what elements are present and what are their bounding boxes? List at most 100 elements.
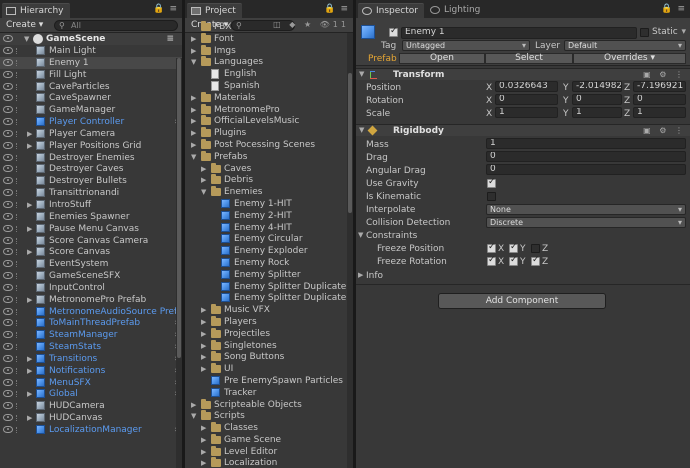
project-item[interactable]: ▶ Debris [185, 174, 353, 186]
project-item[interactable]: Pre EnemySpawn Particles [185, 375, 353, 387]
collapse-arrow-icon[interactable]: ▼ [359, 126, 364, 134]
expand-arrow-icon[interactable]: ▶ [201, 351, 206, 363]
project-item[interactable]: Enemy Exploder [185, 245, 353, 257]
project-item[interactable]: ▶ Classes [185, 422, 353, 434]
hierarchy-item[interactable]: SteamStats› [0, 341, 182, 353]
pickability-icon[interactable] [16, 415, 21, 422]
project-item[interactable]: Enemy Splitter [185, 269, 353, 281]
project-item[interactable]: Tracker [185, 387, 353, 399]
lock-menu-icon[interactable]: 🔒 ≡ [324, 4, 349, 14]
pickability-icon[interactable] [16, 403, 21, 410]
active-checkbox[interactable] [389, 26, 398, 37]
hierarchy-item[interactable]: LocalizationManager› [0, 424, 182, 436]
hierarchy-item[interactable]: Destroyer Bullets [0, 175, 182, 187]
expand-arrow-icon[interactable]: ▶ [191, 33, 196, 45]
visibility-eye-icon[interactable] [3, 426, 13, 433]
project-item[interactable]: ▶ Materials [185, 91, 353, 104]
position-z-field[interactable]: -7.196921 [633, 81, 686, 92]
position-y-field[interactable]: -2.014982 [572, 81, 622, 92]
pickability-icon[interactable] [16, 367, 21, 374]
visibility-eye-icon[interactable] [3, 260, 13, 268]
static-dropdown-arrow-icon[interactable]: ▾ [681, 27, 686, 37]
pickability-icon[interactable] [16, 178, 21, 185]
visibility-eye-icon[interactable] [3, 307, 13, 315]
expand-arrow-icon[interactable]: ▶ [191, 115, 196, 127]
expand-arrow-icon[interactable]: ▶ [201, 363, 206, 375]
visibility-eye-icon[interactable] [3, 319, 13, 327]
visibility-eye-icon[interactable] [3, 390, 13, 398]
project-item[interactable]: ▼ Prefabs [185, 150, 353, 163]
hierarchy-item[interactable]: Enemies Spawner [0, 211, 182, 223]
collision-detection-dropdown[interactable]: Discrete [486, 217, 686, 228]
visibility-eye-icon[interactable] [3, 414, 13, 422]
hierarchy-item[interactable]: Destroyer Caves [0, 163, 182, 175]
project-item[interactable]: ▶ UI [185, 363, 353, 375]
hierarchy-search-input[interactable]: ⚲ All [54, 20, 178, 31]
pickability-icon[interactable] [16, 332, 21, 339]
use-gravity-checkbox[interactable] [487, 177, 496, 188]
hierarchy-item[interactable]: SteamManager› [0, 329, 182, 341]
expand-arrow-icon[interactable]: ▶ [201, 422, 206, 434]
expand-arrow-icon[interactable]: ▶ [27, 223, 32, 235]
transform-header[interactable]: ▼ Transform ▣ ⚙ ⋮ [356, 68, 690, 80]
pickability-icon[interactable] [16, 95, 21, 102]
visibility-eye-icon[interactable] [3, 212, 13, 220]
freeze-position-y-checkbox[interactable] [509, 242, 518, 253]
project-item[interactable]: ▼ Scripts [185, 410, 353, 422]
project-item[interactable]: ▶ Imgs [185, 44, 353, 57]
visibility-eye-icon[interactable] [3, 331, 13, 339]
hierarchy-item[interactable]: Player Controller› [0, 116, 182, 128]
project-item[interactable]: ▶ Game Scene [185, 433, 353, 446]
hierarchy-item[interactable]: Enemy 1 [0, 56, 182, 69]
visibility-eye-icon[interactable] [3, 47, 13, 54]
hierarchy-item[interactable]: MenuSFX› [0, 377, 182, 389]
project-item[interactable]: ▶ Post Pocessing Scenes [185, 138, 353, 151]
pickability-icon[interactable] [16, 261, 21, 268]
scene-header[interactable]: ▼ GameScene ≡ [0, 33, 182, 45]
expand-arrow-icon[interactable]: ▶ [191, 399, 196, 411]
project-item[interactable]: ▼ Enemies [185, 186, 353, 198]
expand-arrow-icon[interactable]: ▶ [27, 365, 32, 377]
add-component-button[interactable]: Add Component [438, 293, 606, 309]
collapse-arrow-icon[interactable]: ▼ [191, 56, 196, 68]
pickability-icon[interactable] [16, 344, 21, 351]
drag-field[interactable]: 0 [486, 151, 686, 162]
lock-menu-icon[interactable]: 🔒 ≡ [661, 4, 686, 14]
static-checkbox[interactable] [640, 28, 649, 37]
visibility-eye-icon[interactable] [3, 35, 13, 42]
expand-arrow-icon[interactable]: ▶ [191, 139, 196, 151]
visibility-eye-icon[interactable] [3, 82, 13, 90]
lock-menu-icon[interactable]: 🔒 ≡ [153, 4, 178, 14]
pickability-icon[interactable] [16, 296, 21, 303]
component-menu-icons[interactable]: ▣ ⚙ ⋮ [643, 70, 686, 79]
visibility-eye-icon[interactable] [3, 106, 13, 114]
pickability-icon[interactable] [16, 237, 21, 244]
expand-arrow-icon[interactable]: ▶ [27, 246, 32, 258]
visibility-eye-icon[interactable] [3, 58, 13, 66]
is-kinematic-checkbox[interactable] [487, 192, 496, 201]
project-item[interactable]: ▼ Languages [185, 56, 353, 68]
freeze-position-x-checkbox[interactable] [487, 242, 496, 253]
visibility-eye-icon[interactable] [3, 343, 13, 351]
collapse-arrow-icon[interactable]: ▼ [191, 410, 196, 422]
visibility-eye-icon[interactable] [3, 189, 13, 197]
rotation-y-field[interactable]: 0 [572, 94, 622, 105]
pickability-icon[interactable] [16, 284, 21, 291]
pickability-icon[interactable] [16, 379, 21, 386]
pickability-icon[interactable] [16, 71, 21, 78]
expand-arrow-icon[interactable]: ▶ [201, 446, 206, 458]
pickability-icon[interactable] [16, 107, 21, 114]
hierarchy-item[interactable]: CaveSpawner [0, 92, 182, 104]
pickability-icon[interactable] [16, 142, 21, 149]
expand-arrow-icon[interactable]: ▶ [201, 328, 206, 340]
expand-arrow-icon[interactable]: ▶ [201, 174, 206, 186]
project-item[interactable]: Spanish [185, 80, 353, 92]
object-name-field[interactable]: Enemy 1 [401, 27, 637, 39]
hierarchy-item[interactable]: ▶ Pause Menu Canvas [0, 223, 182, 235]
lighting-tab[interactable]: Lighting [426, 3, 486, 18]
pickability-icon[interactable] [16, 391, 21, 398]
project-item[interactable]: ▶ Players [185, 315, 353, 328]
expand-arrow-icon[interactable]: ▶ [27, 294, 32, 306]
project-item[interactable]: ▶ Font [185, 32, 353, 45]
collapse-arrow-icon[interactable]: ▼ [191, 151, 196, 163]
